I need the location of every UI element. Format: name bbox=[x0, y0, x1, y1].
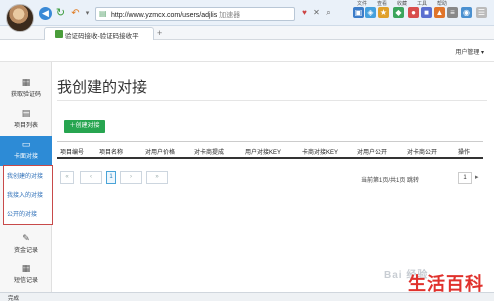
col-actions: 操作 bbox=[458, 150, 471, 156]
sidebar-item-label: 项目列表 bbox=[13, 123, 38, 129]
new-tab-button[interactable]: + bbox=[157, 28, 162, 38]
close-icon[interactable]: ✕ bbox=[311, 7, 322, 18]
page-jump-input[interactable]: 1 bbox=[458, 172, 472, 184]
create-button-label: 创建对接 bbox=[75, 123, 100, 129]
app-icon-5[interactable]: ● bbox=[408, 7, 419, 18]
page-title: 我创建的对接 bbox=[57, 79, 148, 96]
list-icon: ▤ bbox=[21, 108, 31, 118]
pen-icon: ✎ bbox=[22, 233, 30, 243]
page-jump-arrow-icon[interactable]: ▸ bbox=[475, 172, 485, 184]
title-divider bbox=[57, 100, 487, 101]
app-icon-4[interactable]: ◆ bbox=[393, 7, 404, 18]
app-icon-8[interactable]: ≡ bbox=[447, 7, 458, 18]
col-user-key: 用户对接KEY bbox=[245, 150, 282, 156]
sidebar-item-docking[interactable]: ▭ 卡面对接 bbox=[0, 136, 52, 166]
app-icon-1[interactable]: ▣ bbox=[353, 7, 364, 18]
sidebar-item-projects[interactable]: ▤ 项目列表 bbox=[0, 105, 52, 135]
sidebar-item-get-code[interactable]: ▦ 获取验证码 bbox=[0, 74, 52, 104]
grid-icon: ▦ bbox=[21, 77, 31, 87]
tab-title: 验证码接收-验证码接收平 bbox=[65, 33, 139, 40]
menu-file[interactable]: 文件 bbox=[357, 0, 367, 7]
submenu-public[interactable]: 公开的对接 bbox=[4, 206, 52, 224]
address-bar[interactable]: ▤ http://www.yzmcx.com/users/adjlis 加速器 bbox=[95, 7, 295, 21]
tab-favicon bbox=[55, 30, 63, 38]
browser-tab[interactable]: 验证码接收-验证码接收平 bbox=[44, 27, 154, 40]
sidebar-item-label: 卡面对接 bbox=[13, 154, 38, 160]
create-docking-button[interactable]: ＋创建对接 bbox=[64, 120, 105, 133]
card-icon: ▭ bbox=[21, 139, 31, 149]
refresh-icon[interactable]: ↻ bbox=[54, 7, 67, 20]
sidebar-item-funds[interactable]: ✎ 资金记录 bbox=[0, 230, 52, 260]
menu-icon[interactable]: ☰ bbox=[476, 7, 487, 18]
menu-favorites[interactable]: 收藏 bbox=[397, 0, 407, 7]
next-page-button[interactable]: › bbox=[120, 171, 142, 184]
col-project-name: 项目名称 bbox=[99, 150, 124, 156]
search-icon[interactable]: ⌕ bbox=[323, 7, 334, 18]
user-management-menu[interactable]: 用户管理 ▾ bbox=[455, 47, 484, 56]
grid-icon: ▦ bbox=[21, 263, 31, 273]
menu-tools[interactable]: 工具 bbox=[417, 0, 427, 7]
col-project-id: 项目编号 bbox=[60, 150, 85, 156]
col-user-price: 对用户价格 bbox=[145, 150, 176, 156]
app-icon-6[interactable]: ■ bbox=[421, 7, 432, 18]
sidebar-item-label: 获取验证码 bbox=[10, 92, 41, 98]
url-text: http://www.yzmcx.com/users/adjlis bbox=[111, 12, 218, 19]
back-icon[interactable]: ◀ bbox=[39, 7, 52, 20]
watermark-brand: 生活百科 bbox=[408, 274, 484, 294]
submenu-my-created[interactable]: 我创建的对接 bbox=[4, 168, 52, 186]
col-user-public: 对用户公开 bbox=[357, 150, 388, 156]
user-avatar bbox=[6, 4, 34, 32]
prev-page-button[interactable]: ‹ bbox=[80, 171, 102, 184]
app-header bbox=[0, 40, 494, 62]
last-page-button[interactable]: » bbox=[146, 171, 168, 184]
col-card-commission: 对卡商提成 bbox=[194, 150, 225, 156]
app-icon-2[interactable]: ◈ bbox=[365, 7, 376, 18]
current-page-button[interactable]: 1 bbox=[106, 171, 116, 184]
app-icon-3[interactable]: ★ bbox=[378, 7, 389, 18]
app-icon-9[interactable]: ◉ bbox=[461, 7, 472, 18]
watermark: Bai 经验 生活百科 bbox=[380, 258, 490, 298]
docking-submenu: 我创建的对接 我接入的对接 公开的对接 bbox=[3, 165, 53, 225]
sidebar-item-label: 短信记录 bbox=[13, 278, 38, 284]
first-page-button[interactable]: « bbox=[60, 171, 74, 184]
submenu-my-joined[interactable]: 我接入的对接 bbox=[4, 187, 52, 205]
menu-help[interactable]: 帮助 bbox=[437, 0, 447, 7]
history-dropdown-icon[interactable]: ▾ bbox=[81, 7, 94, 20]
docking-table: 项目编号 项目名称 对用户价格 对卡商提成 用户对接KEY 卡商对接KEY 对用… bbox=[57, 141, 483, 159]
sidebar-item-label: 资金记录 bbox=[13, 248, 38, 254]
col-card-key: 卡商对接KEY bbox=[302, 150, 339, 156]
heart-icon[interactable]: ♥ bbox=[299, 7, 310, 18]
page-icon: ▤ bbox=[99, 9, 107, 18]
menu-view[interactable]: 查看 bbox=[377, 0, 387, 7]
url-accelerator: 加速器 bbox=[219, 12, 241, 19]
col-card-public: 对卡商公开 bbox=[407, 150, 438, 156]
page-info: 当前第1页/共1页 跳转 bbox=[361, 178, 420, 184]
sidebar-item-sms[interactable]: ▦ 短信记录 bbox=[0, 260, 52, 290]
table-header-row: 项目编号 项目名称 对用户价格 对卡商提成 用户对接KEY 卡商对接KEY 对用… bbox=[57, 141, 483, 159]
app-icon-7[interactable]: ▲ bbox=[434, 7, 445, 18]
